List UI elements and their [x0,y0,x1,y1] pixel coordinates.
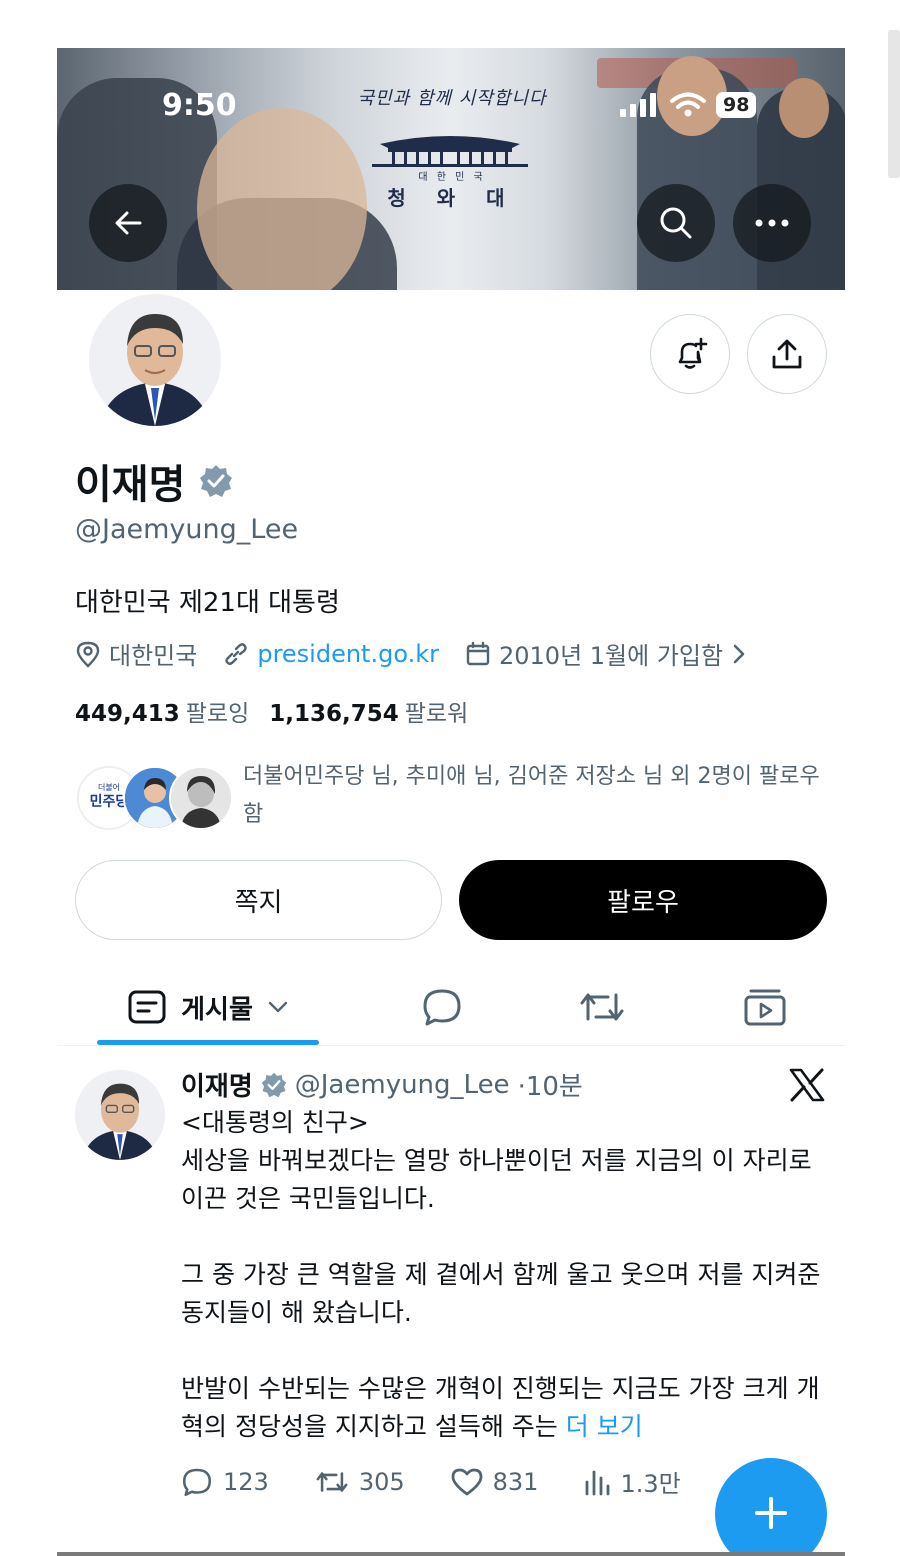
battery-indicator: 98 [716,92,757,118]
views-count: 1.3만 [620,1470,681,1498]
views-chart-icon [586,1470,610,1495]
banner-gov-subtitle: 대 한 민 국 [418,172,486,183]
profile-bio: 대한민국 제21대 대통령 [75,588,340,618]
tab-posts-label: 게시물 [181,994,253,1025]
followers-stat[interactable]: 1,136,754 팔로워 [269,694,468,728]
views-button[interactable]: 1.3만 [584,1464,681,1499]
active-tab-indicator [97,1040,319,1045]
tweet-line: 세상을 바꿔보겠다는 열망 하나뿐이던 저를 지금의 이 자리로 이끈 것은 국… [181,1146,812,1213]
message-button[interactable]: 쪽지 [75,860,442,940]
website-link[interactable]: president.go.kr [257,640,439,668]
tweet-line-text: 반발이 수반되는 수많은 개혁이 진행되는 지금도 가장 크게 개혁의 정당성을… [181,1374,820,1441]
tweet-time: ·10분 [517,1072,583,1102]
back-button[interactable] [89,184,167,262]
repost-icon [316,1471,348,1492]
share-upload-icon [772,339,802,369]
profile-location: 대한민국 [75,636,197,671]
tab-replies[interactable] [402,968,482,1046]
tweet-line: <대통령의 친구> [181,1108,369,1137]
following-count: 449,413 [75,701,180,727]
more-dots-icon [755,219,789,227]
notify-button[interactable] [650,314,730,394]
tweet-author-avatar[interactable] [75,1070,165,1160]
follow-stats: 449,413 팔로잉 1,136,754 팔로워 [75,694,468,728]
wifi-icon [670,92,706,117]
followed-by-section[interactable]: 더불어 민주당 더불어민주당 님, 추미애 님, 김어준 저장소 님 외 2명이… [77,758,845,838]
location-text: 대한민국 [109,642,198,670]
verified-badge-icon[interactable] [199,464,233,498]
search-button[interactable] [637,184,715,262]
status-time: 9:50 [162,88,237,123]
status-icons: 98 [620,92,757,118]
banner-slogan: 국민과 함께 시작합니다 [357,88,547,109]
heart-icon [451,1468,483,1495]
plus-icon [755,1497,787,1529]
tweet-header: 이재명 @Jaemyung_Lee ·10분 [181,1066,583,1103]
search-icon [660,207,692,239]
tweet-actions: 123 305 831 1.3만 [181,1464,727,1499]
chevron-down-icon [268,1001,288,1013]
followed-by-text: 더불어민주당 님, 추미애 님, 김어준 저장소 님 외 2명이 팔로우함 [243,764,820,827]
tab-media[interactable] [725,968,805,1046]
calendar-icon [466,641,490,665]
following-label: 팔로잉 [185,701,250,727]
display-name-text: 이재명 [75,462,186,508]
bottom-divider [57,1552,845,1556]
tweet-text: <대통령의 친구> 세상을 바꿔보겠다는 열망 하나뿐이던 저를 지금의 이 자… [181,1104,831,1446]
avatar-portrait [89,294,221,426]
profile-website[interactable]: president.go.kr [223,640,439,668]
profile-avatar[interactable] [85,290,225,430]
location-pin-icon [76,641,100,668]
profile-tabs: 게시물 [57,968,845,1046]
banner-photo-person [779,78,829,138]
follow-button[interactable]: 팔로우 [459,860,827,940]
reply-count: 123 [223,1467,269,1496]
banner-gov-name: 청 와 대 [387,186,517,210]
repost-icon [580,993,624,1021]
blue-house-logo [372,136,528,167]
arrow-left-icon [115,211,142,235]
tab-posts[interactable]: 게시물 [97,968,319,1046]
show-more-link[interactable]: 더 보기 [566,1412,643,1441]
tweet-author-name[interactable]: 이재명 [181,1066,253,1103]
avatar-portrait [75,1070,165,1160]
cellular-signal-icon [620,93,656,117]
share-button[interactable] [747,314,827,394]
like-count: 831 [492,1467,539,1496]
followers-count: 1,136,754 [269,701,399,727]
tab-reposts[interactable] [562,968,642,1046]
like-button[interactable]: 831 [451,1467,539,1496]
profile-banner: 국민과 함께 시작합니다 대 한 민 국 청 와 대 [57,48,845,290]
reply-button[interactable]: 123 [181,1467,269,1497]
profile-screen: 국민과 함께 시작합니다 대 한 민 국 청 와 대 9:50 98 이재명 @… [57,48,845,1556]
page-scrollbar[interactable] [888,30,900,178]
chevron-right-icon [733,644,745,663]
banner-photo-person [197,108,367,290]
video-library-icon [744,989,786,1026]
party-logo-small-text: 더불어 [98,782,120,792]
tweet-author-handle: @Jaemyung_Lee [294,1069,510,1100]
followers-label: 팔로워 [404,701,469,727]
profile-handle: @Jaemyung_Lee [75,514,299,545]
following-stat[interactable]: 449,413 팔로잉 [75,694,249,728]
more-options-button[interactable] [733,184,811,262]
tweet-line: 그 중 가장 큰 역할을 제 곁에서 함께 울고 웃으며 저를 지켜준 동지들이… [181,1260,821,1327]
x-logo-icon[interactable] [789,1068,825,1102]
follower-photo [171,768,231,828]
profile-meta: 대한민국 president.go.kr 2010년 1월에 가입함 [75,636,773,671]
bell-plus-icon [678,337,708,369]
follower-avatar-person [169,766,233,830]
reply-icon [182,1468,212,1496]
speech-bubble-icon [423,989,461,1026]
joined-text: 2010년 1월에 가입함 [498,642,724,670]
profile-display-name: 이재명 [75,452,233,510]
posts-list-icon [128,990,166,1024]
verified-badge-icon [261,1072,287,1097]
link-icon [225,642,248,665]
tweet-line: 반발이 수반되는 수많은 개혁이 진행되는 지금도 가장 크게 개혁의 정당성을… [181,1370,831,1446]
profile-joined[interactable]: 2010년 1월에 가입함 [465,636,747,671]
repost-button[interactable]: 305 [315,1468,405,1496]
repost-count: 305 [358,1467,405,1496]
